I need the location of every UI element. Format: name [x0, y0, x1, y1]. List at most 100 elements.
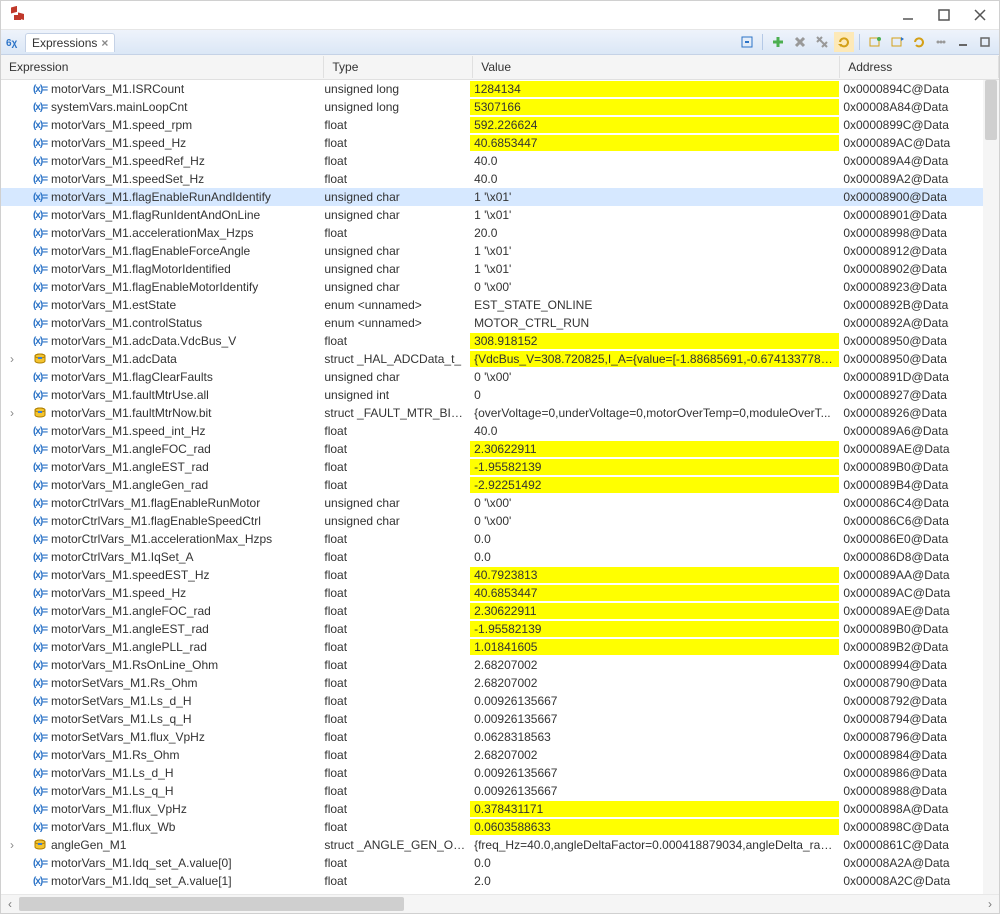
value-cell[interactable]: 40.7923813: [470, 567, 839, 583]
import-icon[interactable]: [887, 32, 907, 52]
header-type[interactable]: Type: [324, 56, 473, 78]
table-row[interactable]: motorVars_M1.flagClearFaultsunsigned cha…: [1, 368, 999, 386]
table-row[interactable]: motorVars_M1.angleEST_radfloat-1.9558213…: [1, 458, 999, 476]
table-row[interactable]: motorVars_M1.angleFOC_radfloat2.30622911…: [1, 602, 999, 620]
table-row[interactable]: motorVars_M1.speed_rpmfloat592.2266240x0…: [1, 116, 999, 134]
remove-expression-icon[interactable]: [790, 32, 810, 52]
value-cell[interactable]: 1 '\x01': [470, 207, 839, 223]
add-expression-icon[interactable]: [768, 32, 788, 52]
table-row[interactable]: motorVars_M1.adcData.VdcBus_Vfloat308.91…: [1, 332, 999, 350]
table-row[interactable]: motorVars_M1.estStateenum <unnamed>EST_S…: [1, 296, 999, 314]
value-cell[interactable]: {freq_Hz=40.0,angleDeltaFactor=0.0004188…: [470, 837, 839, 853]
table-row[interactable]: motorVars_M1.anglePLL_radfloat1.01841605…: [1, 638, 999, 656]
value-cell[interactable]: 0 '\x00': [470, 279, 839, 295]
table-row[interactable]: motorCtrlVars_M1.flagEnableRunMotorunsig…: [1, 494, 999, 512]
table-row[interactable]: motorVars_M1.speed_int_Hzfloat40.00x0000…: [1, 422, 999, 440]
table-row[interactable]: systemVars.mainLoopCntunsigned long53071…: [1, 98, 999, 116]
close-button[interactable]: [973, 8, 987, 22]
scroll-right-icon[interactable]: ›: [981, 895, 999, 913]
value-cell[interactable]: 2.68207002: [470, 657, 839, 673]
collapse-all-icon[interactable]: [737, 32, 757, 52]
view-menu-icon[interactable]: [931, 32, 951, 52]
tab-expressions[interactable]: Expressions ×: [25, 33, 115, 52]
value-cell[interactable]: 2.68207002: [470, 747, 839, 763]
value-cell[interactable]: 0 '\x00': [470, 495, 839, 511]
minimize-button[interactable]: [901, 8, 915, 22]
value-cell[interactable]: 1 '\x01': [470, 243, 839, 259]
maximize-button[interactable]: [937, 8, 951, 22]
table-row[interactable]: motorCtrlVars_M1.accelerationMax_Hzpsflo…: [1, 530, 999, 548]
horizontal-scroll-thumb[interactable]: [19, 897, 404, 911]
scroll-left-icon[interactable]: ‹: [1, 895, 19, 913]
table-row[interactable]: motorCtrlVars_M1.flagEnableSpeedCtrlunsi…: [1, 512, 999, 530]
value-cell[interactable]: 2.68207002: [470, 675, 839, 691]
table-row[interactable]: motorCtrlVars_M1.IqSet_Afloat0.00x000086…: [1, 548, 999, 566]
table-row[interactable]: motorVars_M1.speedEST_Hzfloat40.79238130…: [1, 566, 999, 584]
table-row[interactable]: motorVars_M1.angleEST_radfloat-1.9558213…: [1, 620, 999, 638]
table-row[interactable]: motorVars_M1.accelerationMax_Hzpsfloat20…: [1, 224, 999, 242]
value-cell[interactable]: 308.918152: [470, 333, 839, 349]
table-row[interactable]: motorVars_M1.flux_Wbfloat0.06035886330x0…: [1, 818, 999, 836]
table-row[interactable]: motorSetVars_M1.Rs_Ohmfloat2.682070020x0…: [1, 674, 999, 692]
maximize-view-icon[interactable]: [975, 32, 995, 52]
header-address[interactable]: Address: [840, 56, 999, 78]
value-cell[interactable]: -1.95582139: [470, 459, 839, 475]
value-cell[interactable]: 0.00926135667: [470, 783, 839, 799]
minimize-view-icon[interactable]: [953, 32, 973, 52]
value-cell[interactable]: 1.01841605: [470, 639, 839, 655]
value-cell[interactable]: 2.30622911: [470, 603, 839, 619]
value-cell[interactable]: {VdcBus_V=308.720825,I_A={value=[-1.8868…: [470, 351, 839, 367]
value-cell[interactable]: 0 '\x00': [470, 513, 839, 529]
table-row[interactable]: motorSetVars_M1.flux_VpHzfloat0.06283185…: [1, 728, 999, 746]
table-row[interactable]: motorVars_M1.flagMotorIdentifiedunsigned…: [1, 260, 999, 278]
table-row[interactable]: motorVars_M1.speedSet_Hzfloat40.00x00008…: [1, 170, 999, 188]
value-cell[interactable]: 40.0: [470, 153, 839, 169]
table-row[interactable]: motorSetVars_M1.Ls_q_Hfloat0.00926135667…: [1, 710, 999, 728]
value-cell[interactable]: 0.00926135667: [470, 765, 839, 781]
table-row[interactable]: motorSetVars_M1.Ls_d_Hfloat0.00926135667…: [1, 692, 999, 710]
table-row[interactable]: motorVars_M1.flagRunIdentAndOnLineunsign…: [1, 206, 999, 224]
table-row[interactable]: motorVars_M1.flux_VpHzfloat0.3784311710x…: [1, 800, 999, 818]
value-cell[interactable]: 1284134: [470, 81, 839, 97]
value-cell[interactable]: 40.6853447: [470, 135, 839, 151]
table-row[interactable]: motorVars_M1.flagEnableForceAngleunsigne…: [1, 242, 999, 260]
value-cell[interactable]: 0.00926135667: [470, 693, 839, 709]
table-row[interactable]: motorVars_M1.flagEnableRunAndIdentifyuns…: [1, 188, 999, 206]
refresh-icon[interactable]: [834, 32, 854, 52]
value-cell[interactable]: 0.0628318563: [470, 729, 839, 745]
vertical-scroll-thumb[interactable]: [985, 80, 997, 140]
value-cell[interactable]: 0.0: [470, 549, 839, 565]
value-cell[interactable]: -1.95582139: [470, 621, 839, 637]
value-cell[interactable]: MOTOR_CTRL_RUN: [470, 315, 839, 331]
remove-all-icon[interactable]: [812, 32, 832, 52]
value-cell[interactable]: 2.0: [470, 873, 839, 889]
table-row[interactable]: motorVars_M1.Idq_set_A.value[0]float0.00…: [1, 854, 999, 872]
table-row[interactable]: motorVars_M1.angleGen_radfloat-2.9225149…: [1, 476, 999, 494]
table-body[interactable]: motorVars_M1.ISRCountunsigned long128413…: [1, 80, 999, 894]
table-row[interactable]: motorVars_M1.Ls_d_Hfloat0.009261356670x0…: [1, 764, 999, 782]
close-tab-icon[interactable]: ×: [101, 36, 108, 50]
value-cell[interactable]: 1 '\x01': [470, 189, 839, 205]
value-cell[interactable]: 20.0: [470, 225, 839, 241]
table-row[interactable]: motorVars_M1.speed_Hzfloat40.68534470x00…: [1, 584, 999, 602]
table-row[interactable]: motorVars_M1.Ls_q_Hfloat0.009261356670x0…: [1, 782, 999, 800]
table-row[interactable]: motorVars_M1.flagEnableMotorIdentifyunsi…: [1, 278, 999, 296]
value-cell[interactable]: 0.378431171: [470, 801, 839, 817]
header-expression[interactable]: Expression: [1, 56, 324, 78]
value-cell[interactable]: 0.00926135667: [470, 711, 839, 727]
value-cell[interactable]: 0.0603588633: [470, 819, 839, 835]
value-cell[interactable]: 40.6853447: [470, 585, 839, 601]
value-cell[interactable]: 2.30622911: [470, 441, 839, 457]
expand-icon[interactable]: ›: [5, 406, 19, 420]
table-row[interactable]: motorVars_M1.speedRef_Hzfloat40.00x00008…: [1, 152, 999, 170]
add-expression-row[interactable]: ＋Add new expression: [1, 890, 999, 894]
table-row[interactable]: ›angleGen_M1struct _ANGLE_GEN_Obj_{freq_…: [1, 836, 999, 854]
new-view-icon[interactable]: [865, 32, 885, 52]
value-cell[interactable]: 40.0: [470, 171, 839, 187]
table-row[interactable]: motorVars_M1.controlStatusenum <unnamed>…: [1, 314, 999, 332]
table-row[interactable]: motorVars_M1.faultMtrUse.allunsigned int…: [1, 386, 999, 404]
expand-icon[interactable]: ›: [5, 838, 19, 852]
horizontal-scrollbar[interactable]: ‹ ›: [1, 894, 999, 913]
value-cell[interactable]: 1 '\x01': [470, 261, 839, 277]
table-row[interactable]: motorVars_M1.angleFOC_radfloat2.30622911…: [1, 440, 999, 458]
